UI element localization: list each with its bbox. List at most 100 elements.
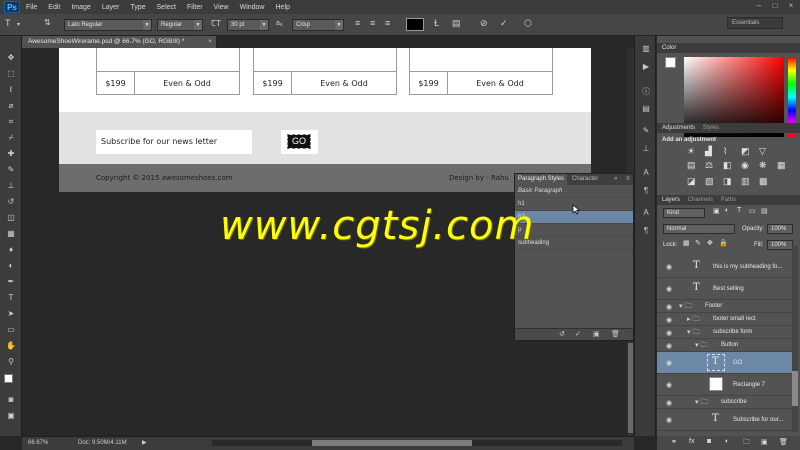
menu-type[interactable]: Type — [130, 4, 145, 11]
text-color-swatch[interactable] — [406, 18, 424, 31]
eraser-tool-icon[interactable]: ◫ — [4, 212, 18, 224]
channel-mixer-icon[interactable]: ❋ — [759, 160, 767, 171]
menu-layer[interactable]: Layer — [102, 4, 120, 11]
vibrance-icon[interactable]: ▽ — [759, 146, 766, 157]
healing-tool-icon[interactable]: ✚ — [4, 148, 18, 160]
canvas-horizontal-scrollbar[interactable] — [212, 440, 622, 446]
color-balance-icon[interactable]: ⚖ — [705, 160, 713, 171]
layer-group-row[interactable]: ◉ ▾ 🗀 subscribe — [657, 396, 792, 409]
screen-mode-icon[interactable]: ▣ — [4, 410, 18, 422]
type-tool-icon[interactable]: T — [4, 292, 18, 304]
visibility-eye-icon[interactable]: ◉ — [666, 329, 672, 337]
filter-shape-icon[interactable]: ▭ — [749, 207, 756, 215]
layer-group-row[interactable]: ◉ ▾ 🗀 Button — [657, 339, 792, 352]
tab-paragraph-styles[interactable]: Paragraph Styles — [515, 174, 568, 185]
toggle-orientation-icon[interactable]: ⇅ — [44, 18, 51, 27]
selective-color-icon[interactable]: ▩ — [759, 176, 768, 187]
panel-menu-icon[interactable]: ≡ — [623, 174, 633, 185]
pen-tool-icon[interactable]: ✒ — [4, 276, 18, 288]
style-item[interactable]: Basic Paragraph — [515, 185, 633, 198]
color-lookup-icon[interactable]: ▦ — [777, 160, 786, 171]
tab-channels[interactable]: Channels — [688, 197, 713, 203]
gradient-map-icon[interactable]: ▥ — [741, 176, 750, 187]
visibility-eye-icon[interactable]: ◉ — [666, 263, 672, 271]
zoom-tool-icon[interactable]: ⚲ — [4, 356, 18, 368]
layer-group-row[interactable]: ◉ ▾ 🗀 Footer — [657, 300, 792, 313]
hue-saturation-icon[interactable]: ▤ — [687, 160, 696, 171]
font-style-select[interactable]: Regular ▼ — [157, 19, 203, 31]
new-style-icon[interactable]: ▣ — [593, 330, 600, 338]
minimize-icon[interactable]: – — [754, 1, 764, 11]
document-canvas[interactable]: $199 Even & Odd $199 Even & Odd $199 Eve… — [59, 48, 591, 192]
lock-pixels-icon[interactable]: ✎ — [695, 239, 701, 247]
zoom-level[interactable]: 66.67% — [28, 440, 48, 446]
antialias-select[interactable]: Crisp ▼ — [292, 19, 344, 31]
visibility-eye-icon[interactable]: ◉ — [666, 303, 672, 311]
menu-filter[interactable]: Filter — [187, 4, 203, 11]
brush-icon[interactable]: ✎ — [641, 126, 651, 135]
layer-row-selected[interactable]: ◉ T GO — [657, 352, 792, 374]
paragraph-styles-icon[interactable]: ¶ — [641, 226, 651, 235]
folder-expanded-icon[interactable]: ▾ 🗀 — [687, 328, 699, 339]
filter-adjustment-icon[interactable]: ◐ — [725, 207, 729, 214]
type-tool-icon[interactable]: T — [5, 18, 11, 28]
status-menu-icon[interactable]: ▶ — [142, 439, 147, 446]
fx-icon[interactable]: fx — [689, 438, 694, 445]
menu-select[interactable]: Select — [157, 4, 176, 11]
3d-icon[interactable]: ⬡ — [524, 18, 532, 29]
tab-character[interactable]: Character — [569, 174, 601, 185]
visibility-eye-icon[interactable]: ◉ — [666, 316, 672, 324]
workspace-select[interactable]: Essentials — [727, 17, 783, 29]
lock-all-icon[interactable]: 🔒 — [719, 239, 728, 247]
foreground-swatch[interactable] — [665, 57, 676, 68]
character-styles-icon[interactable]: A — [641, 208, 651, 217]
tab-color[interactable]: Color — [662, 45, 676, 51]
quick-select-tool-icon[interactable]: ⌀ — [4, 100, 18, 112]
lasso-tool-icon[interactable]: ℓ — [4, 84, 18, 96]
stamp-tool-icon[interactable]: ⊥ — [4, 180, 18, 192]
tab-layers[interactable]: Layers — [662, 197, 680, 203]
blend-mode-select[interactable]: Normal — [663, 224, 735, 234]
warp-text-icon[interactable]: Ɫ — [434, 18, 439, 28]
align-right-icon[interactable]: ≡ — [385, 18, 390, 28]
menu-view[interactable]: View — [214, 4, 229, 11]
levels-icon[interactable]: ▟ — [705, 146, 712, 157]
new-layer-icon[interactable]: ▣ — [761, 438, 768, 446]
tab-paths[interactable]: Paths — [721, 197, 736, 203]
menu-edit[interactable]: Edit — [48, 4, 60, 11]
font-family-select[interactable]: Lato Regular ▼ — [64, 19, 152, 31]
photo-filter-icon[interactable]: ◉ — [741, 160, 749, 171]
path-select-tool-icon[interactable]: ➤ — [4, 308, 18, 320]
quick-mask-icon[interactable]: ◙ — [4, 394, 18, 406]
gradient-tool-icon[interactable]: ▦ — [4, 228, 18, 240]
lock-position-icon[interactable]: ✥ — [707, 239, 713, 247]
close-icon[interactable]: × — [208, 36, 212, 48]
menu-image[interactable]: Image — [71, 4, 90, 11]
collapse-icon[interactable]: » — [611, 174, 620, 185]
exposure-icon[interactable]: ◩ — [741, 146, 750, 157]
brightness-icon[interactable]: ☀ — [687, 146, 695, 157]
clone-source-icon[interactable]: ⊥ — [641, 144, 651, 153]
threshold-icon[interactable]: ◨ — [723, 176, 732, 187]
chevron-down-icon[interactable]: ▾ — [17, 21, 20, 28]
crop-tool-icon[interactable]: ⌗ — [4, 116, 18, 128]
curves-icon[interactable]: ⌇ — [723, 146, 727, 157]
redefine-style-icon[interactable]: ✓ — [575, 330, 581, 338]
layers-scrollbar[interactable] — [792, 246, 798, 432]
history-icon[interactable]: ▥ — [641, 44, 651, 53]
layer-row[interactable]: ◉ Rectangle 7 — [657, 374, 792, 396]
folder-expanded-icon[interactable]: ▾ 🗀 — [695, 398, 707, 409]
blur-tool-icon[interactable]: ♦ — [4, 244, 18, 256]
actions-icon[interactable]: ▶ — [641, 62, 651, 71]
visibility-eye-icon[interactable]: ◉ — [666, 381, 672, 389]
marquee-tool-icon[interactable]: ⬚ — [4, 68, 18, 80]
new-group-icon[interactable]: 🗀 — [743, 438, 750, 449]
visibility-eye-icon[interactable]: ◉ — [666, 359, 672, 367]
hand-tool-icon[interactable]: ✋ — [4, 340, 18, 352]
document-tab[interactable]: AwesomeShoeWirerame.psd @ 66.7% (GO, RGB… — [22, 36, 217, 48]
font-size-select[interactable]: 30 pt ▼ — [227, 19, 269, 31]
adjustment-layer-icon[interactable]: ◐ — [725, 438, 729, 445]
dodge-tool-icon[interactable]: ◐ — [4, 260, 18, 272]
clear-override-icon[interactable]: ↺ — [559, 330, 565, 338]
link-icon[interactable]: ⚭ — [671, 438, 677, 446]
